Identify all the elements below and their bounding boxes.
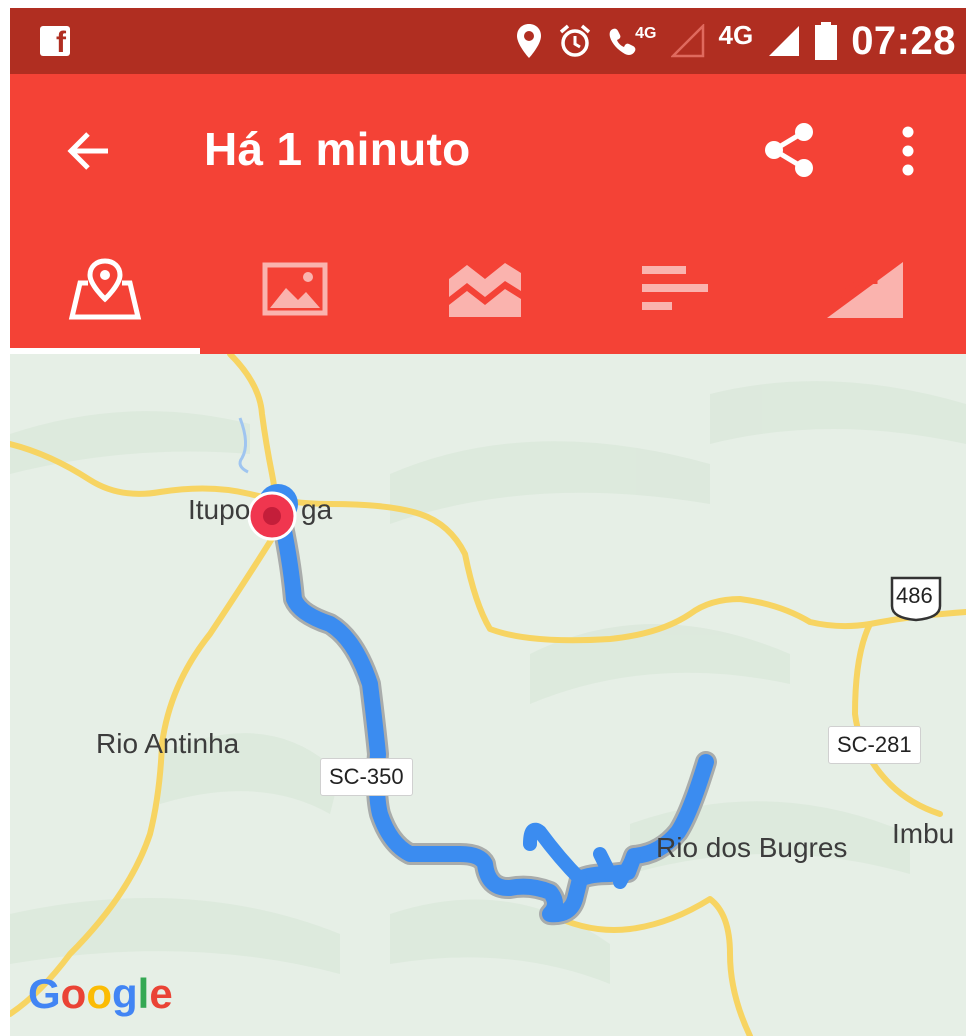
tab-bar xyxy=(10,232,966,354)
network-type: 4G xyxy=(718,20,754,50)
map-icon xyxy=(68,258,142,320)
back-arrow-icon[interactable] xyxy=(64,126,114,176)
clock: 07:28 xyxy=(851,18,956,63)
signal-empty-icon xyxy=(670,24,704,58)
tab-elevation[interactable] xyxy=(770,232,960,354)
tab-stats[interactable] xyxy=(580,232,770,354)
road-label-sc-350: SC-350 xyxy=(320,758,413,796)
road-shield-486-label: 486 xyxy=(896,583,933,608)
image-icon xyxy=(262,262,328,316)
elevation-icon xyxy=(827,262,903,318)
app-bar: Há 1 minuto xyxy=(10,74,966,232)
place-label-rio-dos-bugres: Rio dos Bugres xyxy=(656,832,848,863)
signal-icon xyxy=(769,26,800,56)
phone-icon xyxy=(609,28,636,55)
share-icon[interactable] xyxy=(762,122,818,178)
tab-chart[interactable] xyxy=(390,232,580,354)
tab-map[interactable] xyxy=(10,232,200,354)
place-label-ga: ga xyxy=(301,494,333,525)
battery-icon xyxy=(815,22,838,60)
alarm-icon xyxy=(560,24,591,57)
chart-icon xyxy=(449,263,521,317)
map-view[interactable]: Itupo ga Rio Antinha Rio dos Bugres Imbu… xyxy=(10,354,966,1036)
route-line xyxy=(270,496,714,923)
status-icons: 4G 4G 07:28 xyxy=(515,14,956,68)
call-4g-label: 4G xyxy=(635,25,657,42)
status-bar: f 4G 4G 07:28 xyxy=(10,8,966,74)
road-label-sc-281: SC-281 xyxy=(828,726,921,764)
place-label-itupo: Itupo xyxy=(188,494,251,525)
tab-photos[interactable] xyxy=(200,232,390,354)
place-label-rio-antinha: Rio Antinha xyxy=(96,728,240,759)
terrain-shading xyxy=(10,381,966,984)
place-label-imbu: Imbu xyxy=(892,818,955,849)
map-canvas xyxy=(10,354,966,1036)
route-branch xyxy=(523,822,641,889)
page-title: Há 1 minuto xyxy=(204,123,471,175)
location-icon xyxy=(517,24,542,58)
bars-icon xyxy=(642,266,708,310)
call-4g-indicator: 4G xyxy=(607,25,657,57)
google-logo: Google xyxy=(28,970,173,1017)
facebook-icon: f xyxy=(40,26,70,58)
more-options-icon[interactable] xyxy=(898,126,918,176)
